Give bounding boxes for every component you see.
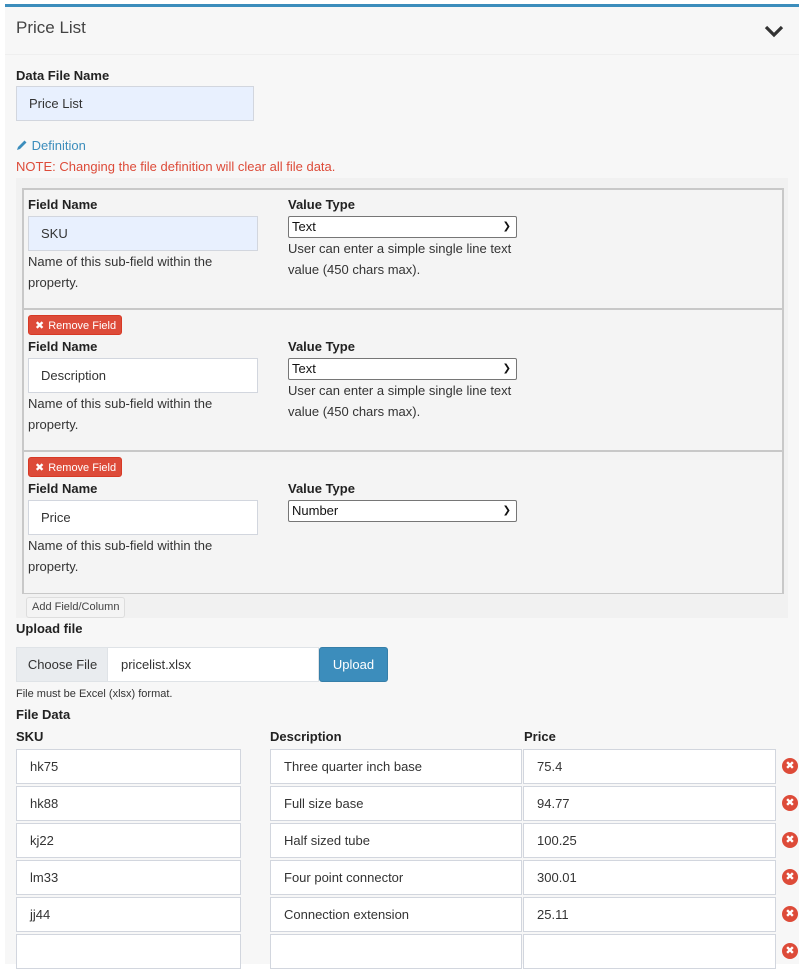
upload-button[interactable]: Upload [319, 647, 388, 682]
collapse-button[interactable] [763, 21, 785, 41]
value-type-label: Value Type [288, 481, 355, 496]
table-cell-price[interactable]: 300.01 [523, 860, 776, 895]
upload-format-note: File must be Excel (xlsx) format. [16, 688, 173, 700]
field-name-input[interactable]: Price [28, 500, 258, 535]
table-cell-sku[interactable]: hk75 [16, 749, 241, 784]
value-type-help: User can enter a simple single line text… [288, 383, 512, 419]
panel-title: Price List [16, 18, 86, 37]
field-row: ✖ Remove Field Field Name Price Name of t… [22, 450, 784, 594]
column-header-description: Description [270, 729, 342, 744]
data-file-name-input[interactable]: Price List [16, 86, 254, 121]
definition-link[interactable]: Definition [16, 138, 86, 153]
data-file-name-label: Data File Name [16, 68, 110, 83]
choose-file-button[interactable]: Choose File [16, 647, 108, 682]
column-header-sku: SKU [16, 729, 44, 744]
definition-note: NOTE: Changing the file definition will … [16, 159, 336, 174]
value-type-label: Value Type [288, 339, 355, 354]
chevron-down-icon: ❯ [502, 363, 511, 374]
close-icon: ✖ [35, 320, 45, 332]
value-type-label: Value Type [288, 197, 355, 212]
price-list-panel: Price List Data File Name Price List Def… [5, 4, 799, 969]
table-cell-sku[interactable]: lm33 [16, 860, 241, 895]
chevron-down-icon: ❯ [502, 505, 511, 516]
remove-circle-icon[interactable]: ✖ [782, 906, 798, 922]
close-icon: ✖ [35, 462, 45, 474]
table-cell-sku[interactable]: jj44 [16, 897, 241, 932]
pencil-icon [16, 138, 32, 153]
remove-circle-icon[interactable]: ✖ [782, 943, 798, 959]
table-cell-price[interactable] [523, 934, 776, 969]
remove-field-button[interactable]: ✖ Remove Field [28, 457, 122, 477]
remove-field-button[interactable]: ✖ Remove Field [28, 315, 122, 335]
field-name-help: Name of this sub-field within the proper… [28, 396, 213, 432]
field-definition-area: Field Name SKU Name of this sub-field wi… [16, 178, 788, 618]
chevron-down-icon: ❯ [502, 221, 511, 232]
field-row: ✖ Remove Field Field Name Description Nam… [22, 308, 784, 452]
table-cell-description[interactable]: Full size base [270, 786, 522, 821]
table-cell-price[interactable]: 94.77 [523, 786, 776, 821]
file-data-label: File Data [16, 707, 71, 722]
table-cell-description[interactable]: Three quarter inch base [270, 749, 522, 784]
field-name-label: Field Name [28, 197, 98, 212]
panel-header: Price List [5, 7, 799, 55]
field-name-input[interactable]: SKU [28, 216, 258, 251]
table-cell-description[interactable]: Four point connector [270, 860, 522, 895]
field-row: Field Name SKU Name of this sub-field wi… [22, 188, 784, 310]
definition-link-label: Definition [31, 138, 86, 153]
table-cell-sku[interactable] [16, 934, 241, 969]
upload-file-label: Upload file [16, 621, 83, 636]
table-cell-description[interactable] [270, 934, 522, 969]
remove-circle-icon[interactable]: ✖ [782, 795, 798, 811]
table-cell-price[interactable]: 75.4 [523, 749, 776, 784]
table-cell-price[interactable]: 100.25 [523, 823, 776, 858]
table-cell-description[interactable]: Connection extension [270, 897, 522, 932]
remove-circle-icon[interactable]: ✖ [782, 832, 798, 848]
field-name-help: Name of this sub-field within the proper… [28, 254, 213, 290]
table-cell-sku[interactable]: hk88 [16, 786, 241, 821]
table-cell-description[interactable]: Half sized tube [270, 823, 522, 858]
table-cell-sku[interactable]: kj22 [16, 823, 241, 858]
table-cell-price[interactable]: 25.11 [523, 897, 776, 932]
selected-file-name[interactable]: pricelist.xlsx [107, 647, 319, 682]
value-type-select[interactable]: Text ❯ [288, 358, 517, 380]
value-type-help: User can enter a simple single line text… [288, 241, 512, 277]
remove-circle-icon[interactable]: ✖ [782, 758, 798, 774]
column-header-price: Price [524, 729, 556, 744]
field-name-help: Name of this sub-field within the proper… [28, 538, 213, 574]
chevron-down-icon [764, 25, 784, 38]
add-field-button[interactable]: Add Field/Column [26, 597, 126, 618]
field-name-input[interactable]: Description [28, 358, 258, 393]
field-name-label: Field Name [28, 481, 98, 496]
value-type-select[interactable]: Number ❯ [288, 500, 517, 522]
field-name-label: Field Name [28, 339, 98, 354]
value-type-select[interactable]: Text ❯ [288, 216, 517, 238]
remove-circle-icon[interactable]: ✖ [782, 869, 798, 885]
